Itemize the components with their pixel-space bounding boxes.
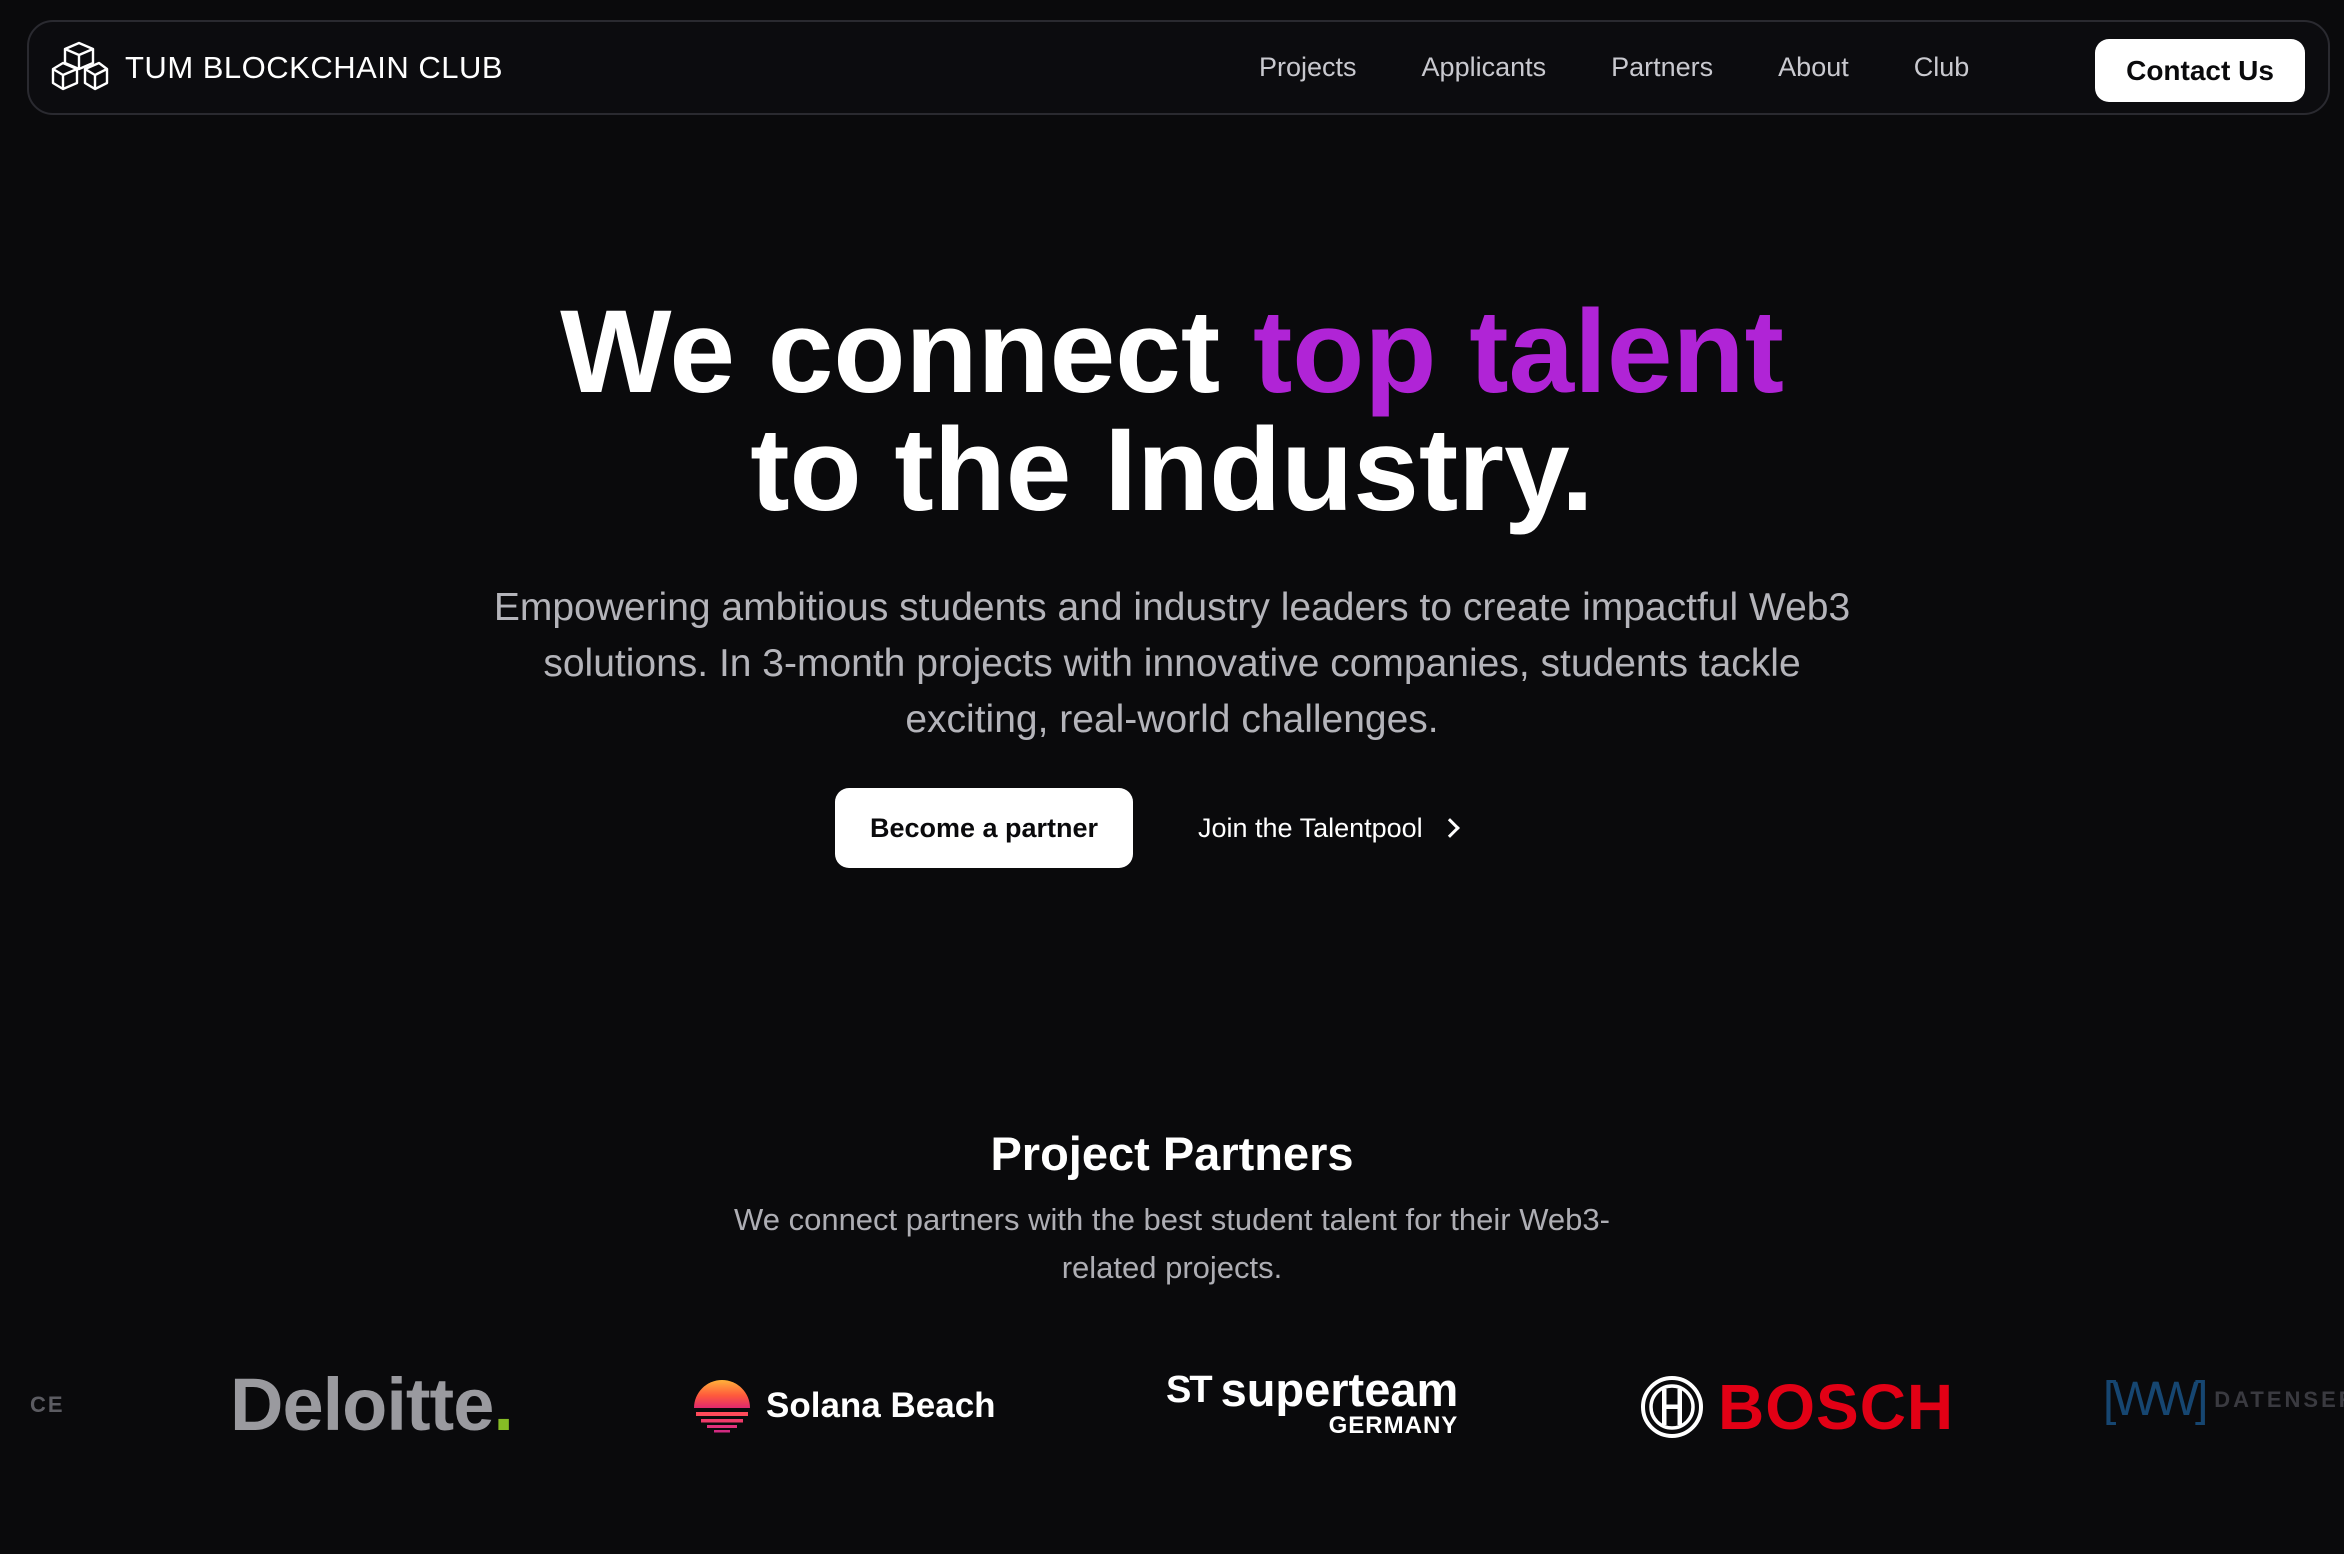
superteam-germany-logo: ST superteam GERMANY [1166, 1366, 1458, 1440]
solana-beach-logo: Solana Beach [692, 1376, 996, 1436]
bosch-armature-icon [1641, 1376, 1703, 1438]
superteam-wordmark: superteam [1220, 1363, 1459, 1416]
partners-title: Project Partners [990, 1127, 1354, 1180]
hero-title-part1: We connect [560, 286, 1253, 418]
hero-title-part2: to the Industry. [750, 404, 1594, 536]
solana-beach-wordmark: Solana Beach [766, 1386, 996, 1425]
sunset-icon [694, 1380, 750, 1433]
hero-cta-row: Become a partner Join the Talentpool [835, 788, 1460, 868]
ww-wordmark: DATENSER [2214, 1386, 2344, 1412]
brand-name: TUM BLOCKCHAIN CLUB [125, 50, 504, 85]
brand-logo-link[interactable]: TUM BLOCKCHAIN CLUB [51, 38, 503, 98]
join-talentpool-link[interactable]: Join the Talentpool [1198, 812, 1460, 844]
ww-mark: [WW] [2103, 1373, 2208, 1426]
deloitte-wordmark: Deloitte [230, 1363, 494, 1446]
partner-logo-carousel: CE Deloitte. Solana Beach ST superteam G… [0, 1340, 2344, 1470]
hero-title: We connect top talent to the Industry. [0, 293, 2344, 529]
bosch-wordmark: BOSCH [1718, 1371, 1955, 1443]
superteam-mark: ST [1166, 1368, 1213, 1411]
superteam-row: ST superteam [1166, 1366, 1458, 1414]
chevron-right-icon [1439, 818, 1460, 838]
hero-title-accent: top talent [1252, 286, 1784, 418]
partners-subtitle: We connect partners with the best studen… [734, 1202, 1610, 1285]
deloitte-logo: Deloitte. [230, 1362, 514, 1447]
hero-subtitle: Empowering ambitious students and indust… [493, 586, 1851, 741]
page: TUM BLOCKCHAIN CLUB Projects Applicants … [0, 0, 2344, 1554]
superteam-subtitle: GERMANY [1328, 1412, 1459, 1439]
join-talentpool-label: Join the Talentpool [1198, 812, 1423, 843]
ww-datenservice-logo: [WW] DATENSER [2103, 1372, 2344, 1427]
nav-link-projects[interactable]: Projects [1259, 52, 1357, 83]
nav-link-applicants[interactable]: Applicants [1422, 52, 1547, 83]
bosch-logo: BOSCH [1640, 1370, 1954, 1444]
nav-link-club[interactable]: Club [1914, 52, 1970, 83]
partner-logo-cut-left: CE [30, 1392, 65, 1417]
become-partner-button[interactable]: Become a partner [835, 788, 1133, 868]
contact-us-button[interactable]: Contact Us [2095, 39, 2305, 102]
nav-link-about[interactable]: About [1778, 52, 1849, 83]
nav-links: Projects Applicants Partners About Club [1259, 22, 2034, 113]
top-navbar: TUM BLOCKCHAIN CLUB Projects Applicants … [27, 20, 2330, 115]
deloitte-dot: . [493, 1363, 514, 1446]
nav-link-partners[interactable]: Partners [1611, 52, 1713, 83]
cubes-logo-icon [51, 41, 109, 91]
